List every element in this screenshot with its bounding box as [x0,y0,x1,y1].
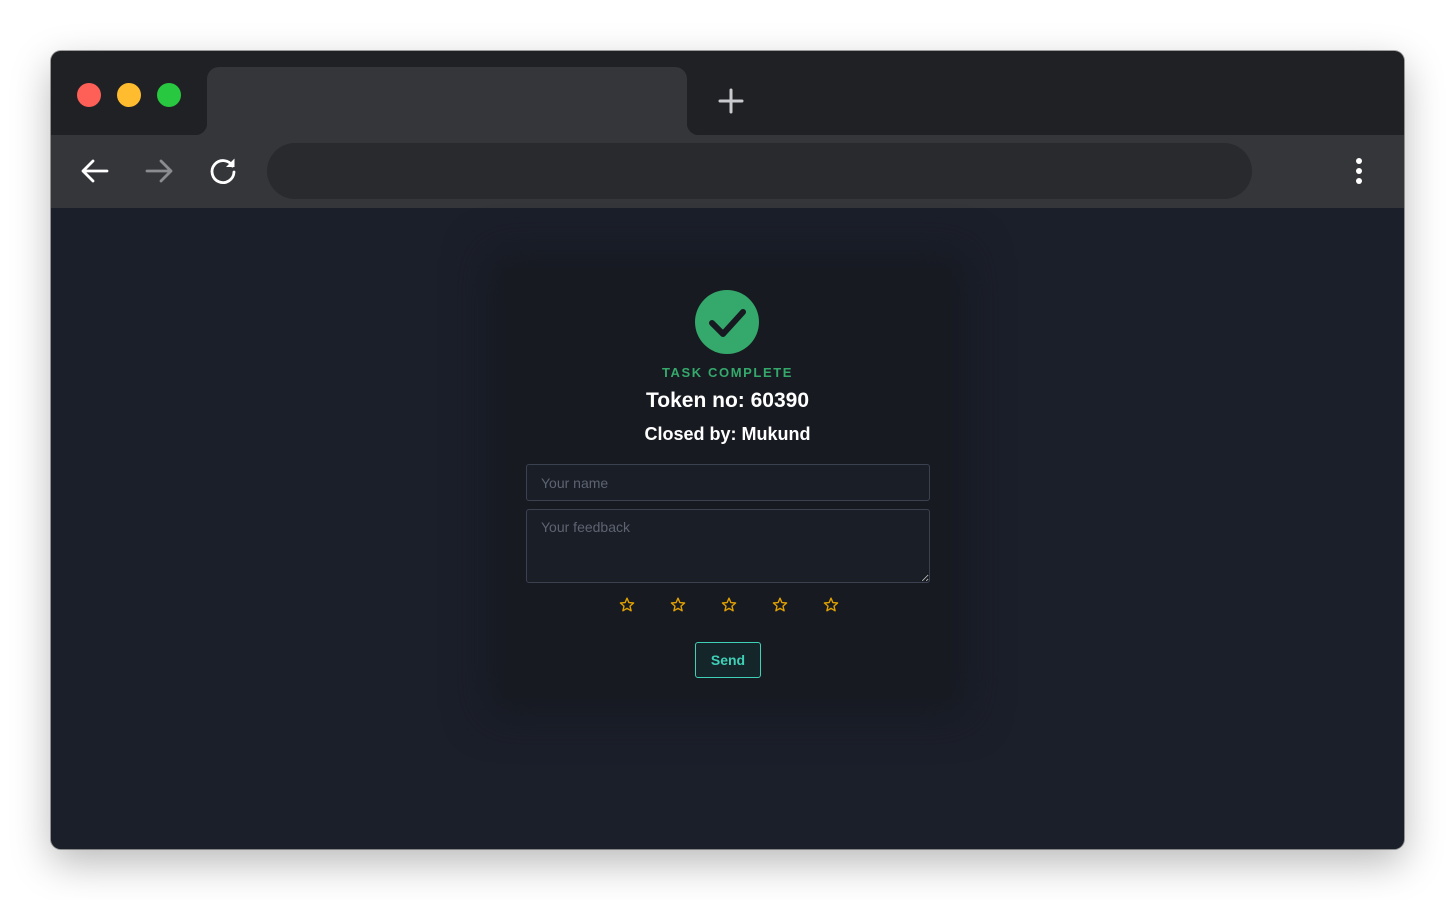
close-window-button[interactable] [77,83,101,107]
name-input[interactable] [526,464,930,501]
star-4[interactable] [772,597,788,613]
browser-titlebar [51,51,1404,135]
browser-tab[interactable] [195,67,699,135]
star-outline-icon [721,597,737,612]
success-badge [695,290,759,354]
send-button[interactable]: Send [695,642,761,678]
page-viewport: TASK COMPLETE Token no: 60390 Closed by:… [51,208,1404,849]
star-rating [503,597,952,619]
star-1[interactable] [619,597,635,613]
reload-icon [210,158,236,184]
star-outline-icon [619,597,635,612]
reload-button[interactable] [205,153,241,189]
arrow-right-icon [145,159,173,183]
plus-icon [718,88,744,114]
star-outline-icon [670,597,686,612]
closed-by: Closed by: Mukund [644,424,811,444]
feedback-textarea[interactable] [526,509,930,583]
arrow-left-icon [81,159,109,183]
status-label: TASK COMPLETE [661,365,794,380]
task-complete-card: TASK COMPLETE Token no: 60390 Closed by:… [503,268,952,699]
browser-toolbar [51,135,1404,208]
checkmark-icon [709,309,746,337]
browser-window: TASK COMPLETE Token no: 60390 Closed by:… [51,51,1404,849]
star-5[interactable] [823,597,839,613]
star-outline-icon [772,597,788,612]
maximize-window-button[interactable] [157,83,181,107]
star-2[interactable] [670,597,686,613]
forward-button[interactable] [141,153,177,189]
address-bar[interactable] [267,143,1252,199]
star-3[interactable] [721,597,737,613]
token-number: Token no: 60390 [646,389,809,412]
new-tab-button[interactable] [715,85,747,117]
browser-menu-button[interactable] [1343,153,1375,189]
star-outline-icon [823,597,839,612]
minimize-window-button[interactable] [117,83,141,107]
back-button[interactable] [77,153,113,189]
kebab-menu-icon [1356,158,1362,184]
